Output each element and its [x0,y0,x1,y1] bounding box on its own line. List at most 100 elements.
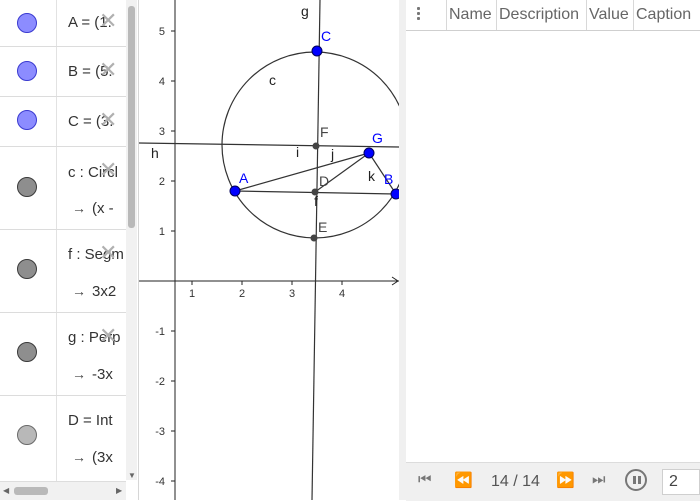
point-B[interactable] [390,188,399,200]
value-f-text: 3x2 [92,283,117,300]
construction-protocol-panel: Name Description Value Caption ⏮ ⏪ 14 / … [399,0,700,501]
y-tick-labels: 5 4 3 2 1 -1 -2 -3 -4 [155,26,165,488]
x-tick-label: 4 [339,288,345,300]
y-tick-label: -3 [155,426,165,438]
row-divider [56,313,57,395]
arrow-icon: → [72,449,86,465]
algebra-view: A = (1. ✕ B = (5. ✕ C = (3. ✕ c : Circl … [0,0,139,500]
x-tick-label: 2 [239,288,245,300]
horizontal-scroll-thumb[interactable] [14,487,48,495]
y-tick-marks [171,30,175,482]
speed-input[interactable]: 2 [662,469,700,495]
pause-icon[interactable] [625,469,647,491]
scroll-down-icon[interactable]: ▼ [128,471,136,480]
label-D: D [319,173,329,189]
visibility-toggle-B[interactable] [17,61,37,81]
row-divider [56,47,57,96]
algebra-row-c[interactable]: c : Circl → (x - ✕ [0,147,126,230]
arrow-icon: → [72,366,86,382]
label-F: F [320,124,329,140]
row-divider [56,147,57,229]
algebra-vertical-scrollbar[interactable]: ▼ [126,0,137,480]
column-header-caption[interactable]: Caption [633,0,700,30]
scroll-left-icon[interactable]: ◀ [3,486,9,495]
arrow-icon: → [72,200,86,216]
y-tick-label: -2 [155,376,165,388]
arrow-icon: → [72,283,86,299]
delete-f-icon[interactable]: ✕ [99,242,117,264]
y-tick-label: -4 [155,476,165,488]
point-A[interactable] [229,185,241,197]
point-labels: A B C G D E F c f g h i j k [151,3,393,235]
x-tick-label: 1 [189,288,195,300]
label-i: i [296,144,299,160]
label-B: B [384,171,393,187]
value-g-text: -3x [92,366,113,383]
y-tick-label: 5 [159,26,165,38]
y-tick-label: 3 [159,126,165,138]
visibility-toggle-f[interactable] [17,259,37,279]
delete-A-icon[interactable]: ✕ [99,10,117,32]
y-tick-label: 1 [159,226,165,238]
table-header: Name Description Value Caption [406,0,700,31]
delete-C-icon[interactable]: ✕ [99,109,117,131]
algebra-row-f[interactable]: f : Segm → 3x2 ✕ [0,230,126,313]
label-E: E [318,219,327,235]
step-navigation-bar: ⏮ ⏪ 14 / 14 ⏩ ⏭ 2 [406,462,700,501]
value-g: → -3x [72,366,113,383]
definition-D[interactable]: D = Int [68,412,113,429]
algebra-row-A[interactable]: A = (1. ✕ [0,0,126,47]
skip-to-end-icon[interactable]: ⏭ [592,471,606,488]
visibility-toggle-c[interactable] [17,177,37,197]
line-g[interactable] [311,0,321,500]
algebra-row-B[interactable]: B = (5. ✕ [0,47,126,97]
row-divider [56,0,57,46]
value-D-text: (3x [92,449,113,466]
y-tick-label: 2 [159,176,165,188]
algebra-row-g[interactable]: g : Perp → -3x ✕ [0,313,126,396]
y-tick-label: -1 [155,326,165,338]
value-c-text: (x - [92,200,114,217]
segment-i[interactable] [234,152,370,192]
row-divider [56,396,57,481]
x-tick-label: 3 [289,288,295,300]
line-h[interactable] [139,142,399,148]
value-c: → (x - [72,200,114,217]
algebra-row-D[interactable]: D = Int → (3x [0,396,126,481]
label-A: A [239,170,249,186]
column-header-name[interactable]: Name [446,0,496,30]
column-header-description[interactable]: Description [496,0,596,30]
label-h: h [151,145,159,161]
x-tick-marks [191,281,343,285]
value-D: → (3x [72,449,113,466]
scroll-right-icon[interactable]: ▶ [116,486,122,495]
delete-g-icon[interactable]: ✕ [99,325,117,347]
label-G: G [372,130,383,146]
graphics-canvas[interactable]: 1 2 3 4 5 4 3 2 1 -1 -2 -3 -4 A B C G D … [139,0,399,500]
delete-c-icon[interactable]: ✕ [99,159,117,181]
graphics-view[interactable]: 1 2 3 4 5 4 3 2 1 -1 -2 -3 -4 A B C G D … [139,0,399,500]
value-f: → 3x2 [72,283,116,300]
vertical-scroll-thumb[interactable] [128,6,135,228]
step-counter: 14 / 14 [491,473,540,490]
point-G[interactable] [363,147,375,159]
rewind-icon[interactable]: ⏪ [454,471,473,489]
row-divider [56,97,57,146]
skip-to-start-icon[interactable]: ⏮ [418,471,432,488]
visibility-toggle-C[interactable] [17,110,37,130]
label-g: g [301,3,309,19]
column-header-value[interactable]: Value [586,0,636,30]
row-divider [56,230,57,312]
delete-B-icon[interactable]: ✕ [99,59,117,81]
point-C[interactable] [311,45,323,57]
fast-forward-icon[interactable]: ⏩ [556,471,575,489]
column-menu-icon[interactable] [414,5,422,25]
visibility-toggle-D[interactable] [17,425,37,445]
visibility-toggle-g[interactable] [17,342,37,362]
point-E[interactable] [310,234,318,242]
algebra-row-C[interactable]: C = (3. ✕ [0,97,126,147]
point-F[interactable] [312,142,320,150]
x-tick-labels: 1 2 3 4 [189,288,345,300]
visibility-toggle-A[interactable] [17,13,37,33]
algebra-horizontal-scrollbar[interactable]: ◀ ▶ [0,481,126,500]
